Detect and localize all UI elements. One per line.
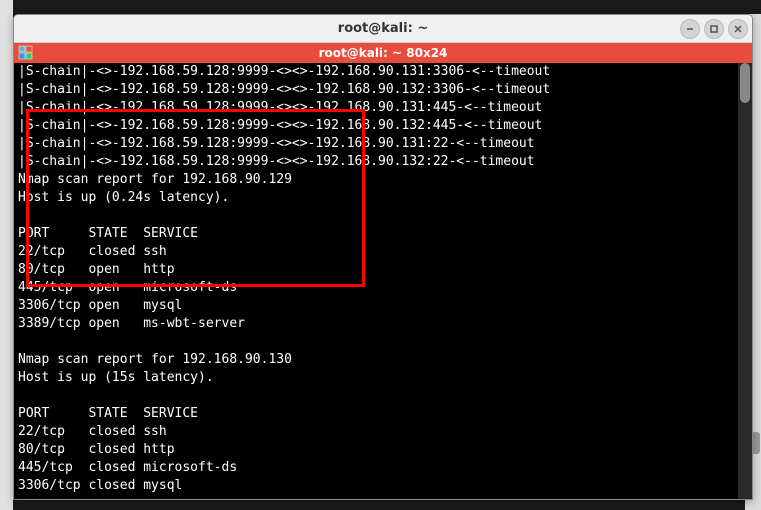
terminal-scrollbar[interactable] — [738, 63, 752, 499]
terminal-content[interactable]: |S-chain|-<>-192.168.59.128:9999-<><>-19… — [14, 63, 752, 499]
window-titlebar[interactable]: root@kali: ~ — [14, 15, 752, 43]
minimize-icon — [685, 24, 695, 34]
background-partial — [0, 0, 13, 510]
maximize-button[interactable] — [704, 19, 724, 39]
maximize-icon — [709, 24, 719, 34]
terminal-window: root@kali: ~ root@kali: ~ 80x24 |S-chain… — [13, 14, 753, 500]
close-icon — [733, 24, 743, 34]
tab-bar: root@kali: ~ 80x24 — [14, 43, 752, 63]
terminal-scrollbar-thumb[interactable] — [740, 63, 750, 103]
window-controls — [680, 19, 748, 39]
minimize-button[interactable] — [680, 19, 700, 39]
terminal-tab-icon — [18, 45, 34, 61]
close-button[interactable] — [728, 19, 748, 39]
window-title: root@kali: ~ — [338, 21, 428, 36]
tab-title: root@kali: ~ 80x24 — [319, 46, 448, 60]
